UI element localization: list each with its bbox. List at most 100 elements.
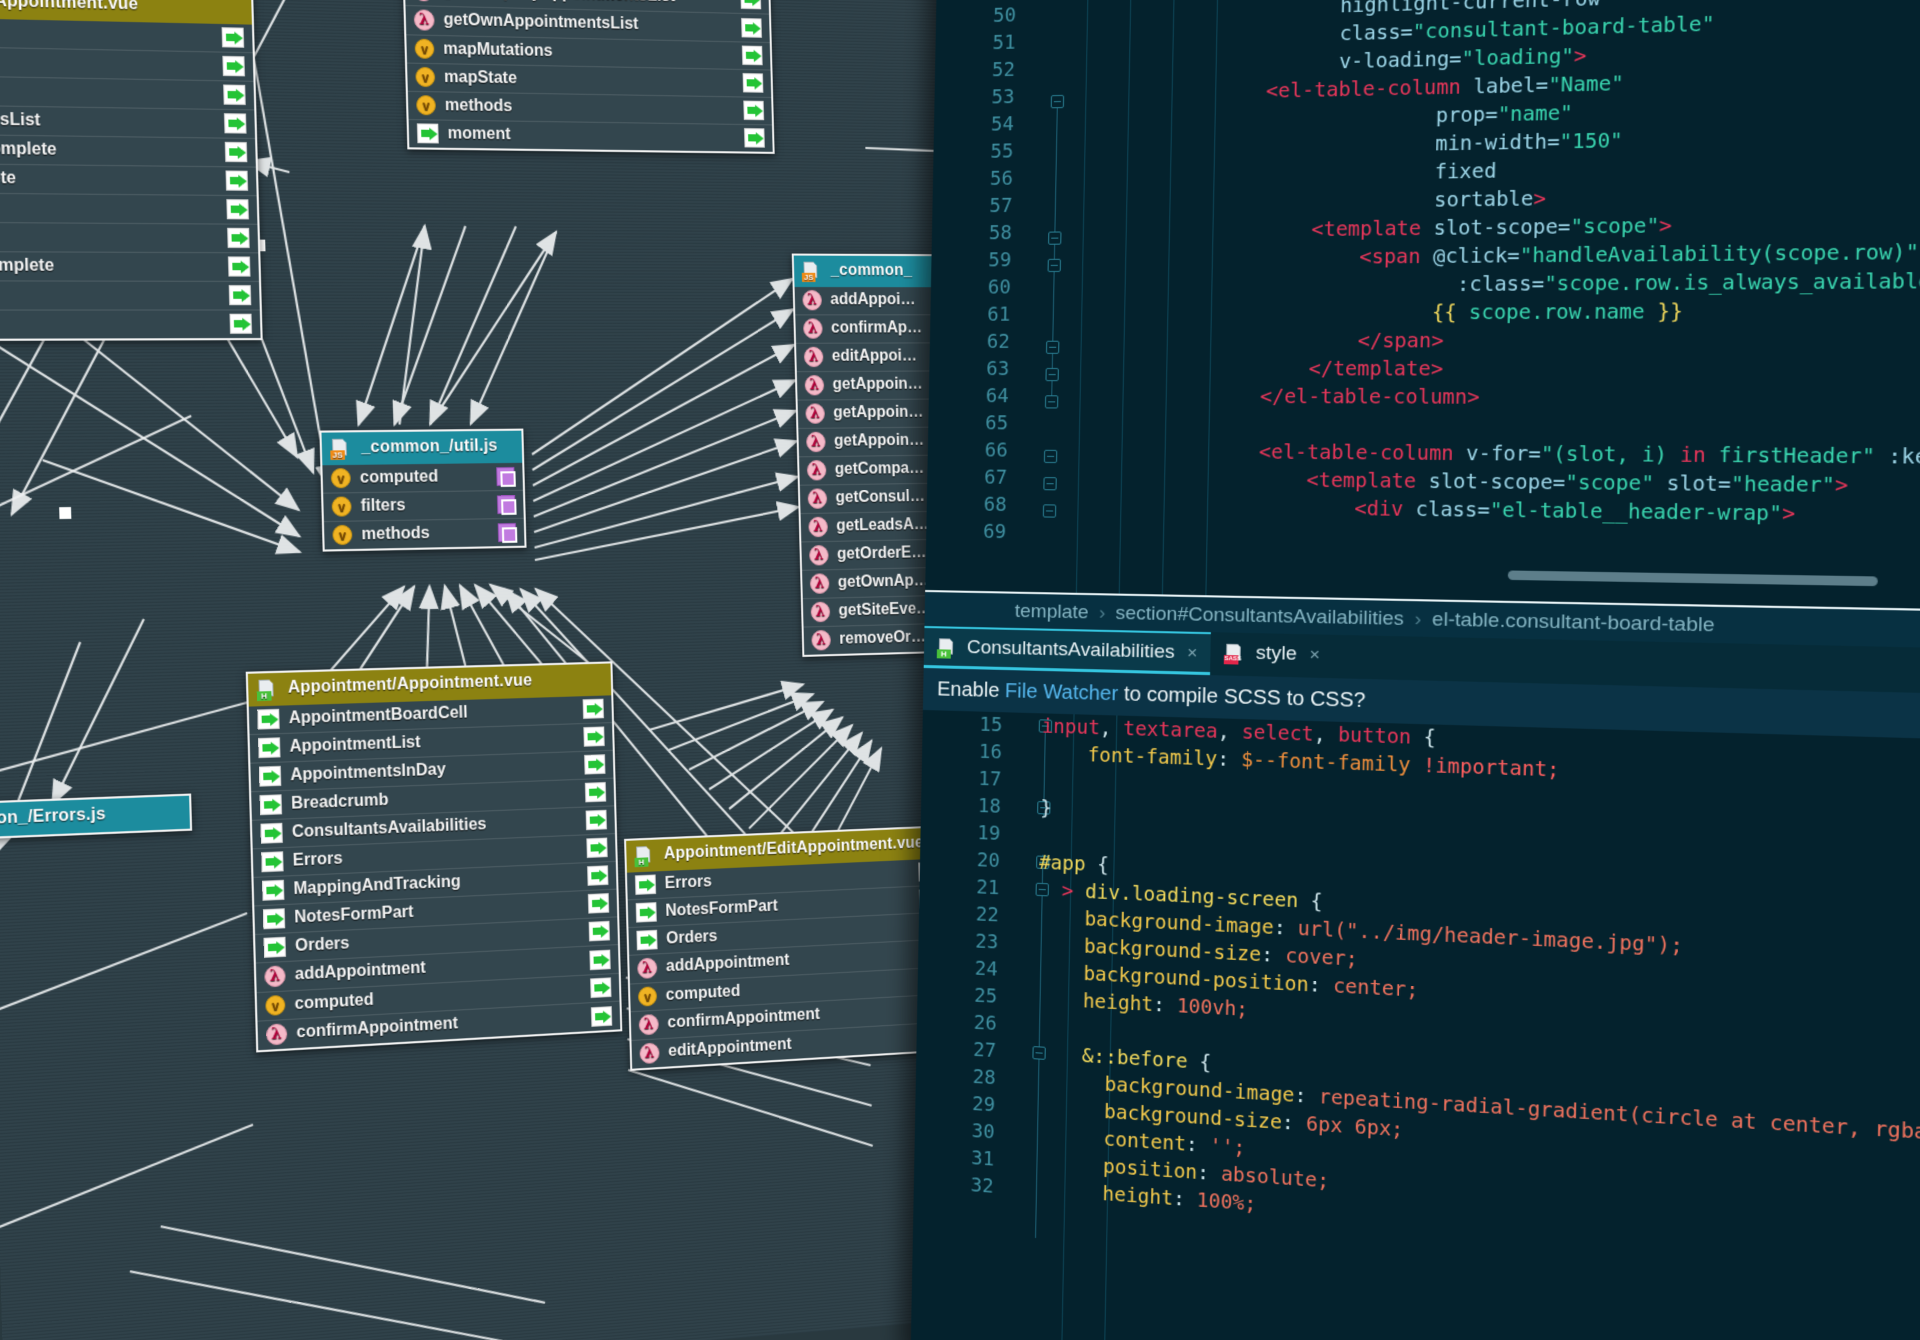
lambda-icon: λ (811, 630, 831, 651)
line-number: 67 (927, 464, 1024, 492)
export-icon (743, 101, 764, 121)
node-title: common_/Errors.js (0, 805, 106, 831)
v-icon: v (415, 39, 435, 59)
list-item[interactable]: vmethods (324, 518, 525, 550)
line-number: 60 (931, 274, 1028, 302)
line-number: 51 (935, 29, 1032, 59)
v-icon: v (331, 468, 351, 488)
export-icon (263, 908, 285, 929)
diagram-node-util-js[interactable]: JS _common_/util.js vcomputed vfilters v… (319, 429, 526, 552)
v-icon: v (265, 995, 285, 1016)
breadcrumb-separator: › (1414, 608, 1421, 630)
export-icon (584, 754, 605, 774)
store-icon (498, 523, 517, 542)
export-icon (636, 930, 657, 951)
v-icon: v (332, 496, 352, 516)
list-item[interactable]: …e (0, 309, 261, 339)
line-number: 15 (922, 710, 1018, 740)
export-icon (636, 902, 657, 922)
breadcrumb-item[interactable]: template (1015, 601, 1089, 624)
list-item[interactable]: …s (0, 192, 257, 224)
diagram-node-add-appointment[interactable]: H …ent/AddAppointment.vue …ntment …ntmen… (0, 0, 263, 341)
code-content-bottom[interactable]: input, textarea, select, button { font-f… (1009, 713, 1920, 1270)
list-item[interactable]: moment (409, 119, 773, 152)
list-item[interactable]: vcomputed (322, 463, 523, 493)
lambda-icon: λ (639, 1014, 659, 1036)
export-icon (589, 921, 610, 942)
sass-file-icon: SASS (1224, 642, 1247, 663)
export-icon (742, 46, 763, 66)
line-number: 53 (934, 84, 1031, 113)
tab-label: style (1256, 642, 1297, 666)
lambda-icon: λ (264, 965, 285, 987)
export-icon (743, 73, 764, 93)
code-line[interactable]: {{ scope.row.name }} (1026, 296, 1920, 328)
line-number: 19 (920, 818, 1016, 849)
export-icon (583, 699, 604, 719)
export-icon (222, 56, 245, 77)
code-line[interactable]: </template> (1025, 355, 1920, 384)
diagram-node-edit-appointment-vue[interactable]: H Appointment/EditAppointment.vue Errors… (624, 825, 952, 1071)
vue-template-editor[interactable]: 4950515253545556575859606162636465666768… (925, 0, 1920, 610)
list-item[interactable]: …entsAutocomplete (0, 251, 259, 281)
list-item[interactable] (0, 74, 254, 109)
diagram-node-top-center[interactable]: λgetAppointmentsList λgetCompanyAppointm… (402, 0, 775, 154)
lambda-icon: λ (811, 602, 831, 623)
list-item[interactable]: …tantsAutocomplete (0, 133, 256, 167)
tab-style[interactable]: SASS style × (1211, 632, 1335, 678)
lambda-icon: λ (805, 375, 825, 395)
horizontal-scrollbar[interactable] (1508, 570, 1878, 586)
vue-file-icon: H (937, 637, 959, 658)
watcher-prefix: Enable (937, 678, 1005, 702)
vue-file-icon: H (634, 845, 656, 866)
v-icon: v (415, 67, 435, 87)
export-icon (228, 256, 251, 276)
export-icon (588, 893, 609, 914)
tab-consultants-availabilities[interactable]: H ConsultantsAvailabilities × (924, 626, 1212, 675)
export-icon (258, 737, 280, 758)
vue-file-icon: H (256, 678, 280, 700)
export-icon (417, 123, 439, 143)
diagram-node-errors-js[interactable]: JS common_/Errors.js (0, 793, 192, 842)
v-icon: v (638, 986, 657, 1007)
list-item[interactable]: …tions (0, 280, 260, 309)
lambda-icon: λ (809, 545, 829, 566)
scss-editor[interactable]: 151617181920212223242526272829303132 inp… (911, 710, 1920, 1340)
lambda-icon: λ (806, 432, 826, 452)
line-number: 61 (930, 301, 1027, 328)
list-item[interactable]: vfilters (323, 490, 524, 521)
line-number: 55 (933, 138, 1030, 167)
code-line[interactable]: </el-table-column> (1025, 383, 1920, 414)
node-title: _common_ (830, 262, 912, 280)
line-number: 56 (933, 165, 1030, 194)
close-icon[interactable]: × (1309, 644, 1320, 665)
list-item[interactable]: …ntmentStatusList (0, 104, 255, 138)
node-header: JS common_/Errors.js (0, 796, 190, 841)
export-icon (262, 880, 284, 901)
breadcrumb-item[interactable]: section#ConsultantsAvailabilities (1115, 603, 1404, 630)
close-icon[interactable]: × (1187, 642, 1198, 663)
watcher-suffix: to compile SCSS to CSS? (1118, 683, 1366, 712)
export-icon (260, 823, 282, 844)
diagram-node-appointment-vue[interactable]: H Appointment/Appointment.vue Appointmen… (246, 661, 623, 1052)
node-members: λgetAppointmentsList λgetCompanyAppointm… (404, 0, 773, 152)
export-icon (226, 199, 249, 219)
export-icon (261, 851, 283, 872)
code-editor-panel[interactable]: 4950515253545556575859606162636465666768… (911, 0, 1920, 1340)
line-number: 18 (921, 791, 1017, 822)
export-icon (257, 709, 279, 730)
export-icon (591, 1006, 612, 1027)
export-icon (229, 314, 252, 334)
export-icon (264, 937, 286, 958)
file-watcher-link[interactable]: File Watcher (1005, 680, 1119, 705)
node-header: JS _common_/util.js (321, 431, 522, 466)
code-line[interactable]: </span> (1026, 326, 1920, 356)
list-item[interactable]: …tocomplete (0, 221, 258, 252)
breadcrumb-item[interactable]: el-table.consultant-board-table (1432, 609, 1715, 637)
list-item[interactable]: …Autocomplete (0, 162, 257, 195)
code-content-top[interactable]: :data="consultants" highlight-current-ro… (1022, 0, 1920, 561)
line-number: 52 (935, 56, 1032, 85)
export-icon (741, 18, 762, 38)
node-title: Appointment/EditAppointment.vue (664, 834, 924, 864)
line-number: 64 (929, 383, 1026, 410)
